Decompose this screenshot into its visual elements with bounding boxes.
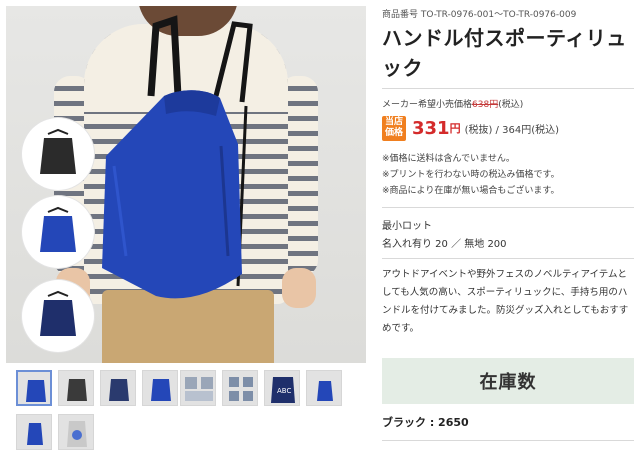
thumbnail-1[interactable]	[16, 370, 52, 406]
bag-thumb-icon	[67, 379, 87, 401]
blue-bag-icon	[40, 206, 76, 252]
bag-thumb-icon	[151, 379, 171, 401]
bag-thumb-icon	[27, 423, 43, 445]
shop-price-badge: 当店 価格	[382, 115, 406, 141]
thumbnail-6[interactable]	[222, 370, 258, 406]
thumbnail-8[interactable]	[306, 370, 342, 406]
divider	[382, 207, 634, 208]
main-product-photo	[6, 6, 366, 363]
divider	[382, 258, 634, 259]
msrp-tax: (税込)	[498, 100, 524, 110]
msrp-label: メーカー希望小売価格	[382, 100, 473, 110]
stock-row-black: ブラック : 2650	[382, 416, 469, 429]
note-line: ※価格に送料は含んでいません。	[382, 154, 515, 164]
thumbnail-2[interactable]	[58, 370, 94, 406]
bag-thumb-icon	[109, 379, 129, 401]
min-lot-value: 名入れ有り 20 ／ 無地 200	[382, 239, 507, 250]
thumbnail-5[interactable]	[180, 370, 216, 406]
bag-print-thumb-icon	[67, 421, 87, 447]
badge-line2: 価格	[384, 127, 403, 138]
price-tax-info: (税抜) / 364円(税込)	[464, 124, 559, 136]
note-line: ※商品により在庫が無い場合もございます。	[382, 186, 560, 196]
thumbnail-10[interactable]	[58, 414, 94, 450]
note-line: ※プリントを行わない時の税込み価格です。	[382, 170, 560, 180]
sale-price: 331	[412, 117, 450, 139]
price-row: 当店 価格 331 円 (税抜) / 364円(税込)	[382, 114, 559, 142]
bag-detail-thumb-icon	[185, 377, 213, 401]
thumbnail-7[interactable]: ABC	[264, 370, 300, 406]
price-notes: ※価格に送料は含んでいません。 ※プリントを行わない時の税込み価格です。 ※商品…	[382, 151, 560, 199]
bag-detail-thumb-icon	[229, 377, 253, 401]
svg-text:ABC: ABC	[277, 387, 291, 395]
bag-thumb-icon	[26, 380, 46, 402]
product-title: ハンドル付スポーティリュック	[382, 26, 627, 80]
price-unit: 円	[449, 122, 461, 135]
badge-line1: 当店	[384, 116, 403, 127]
color-swatch-black[interactable]	[22, 118, 94, 190]
color-swatch-blue[interactable]	[22, 196, 94, 268]
stock-header: 在庫数	[382, 358, 634, 404]
product-description: アウトドアイベントや野外フェスのノベルティアイテムとしても人気の高い、スポーティ…	[382, 269, 629, 334]
product-code: 商品番号 TO-TR-0976-001〜TO-TR-0976-009	[382, 10, 577, 20]
thumbnail-9[interactable]	[16, 414, 52, 450]
bag-print-thumb-icon: ABC	[271, 377, 295, 403]
thumbnail-4[interactable]	[142, 370, 178, 406]
msrp-value: 638円	[472, 100, 499, 110]
divider	[382, 88, 634, 89]
thumbnail-3[interactable]	[100, 370, 136, 406]
divider	[382, 440, 634, 441]
color-swatch-navy[interactable]	[22, 280, 94, 352]
msrp-line: メーカー希望小売価格638円(税込)	[382, 97, 523, 110]
black-bag-icon	[40, 128, 76, 174]
navy-bag-icon	[40, 290, 76, 336]
min-lot-title: 最小ロット	[382, 221, 432, 232]
bag-thumb-icon	[317, 381, 333, 401]
